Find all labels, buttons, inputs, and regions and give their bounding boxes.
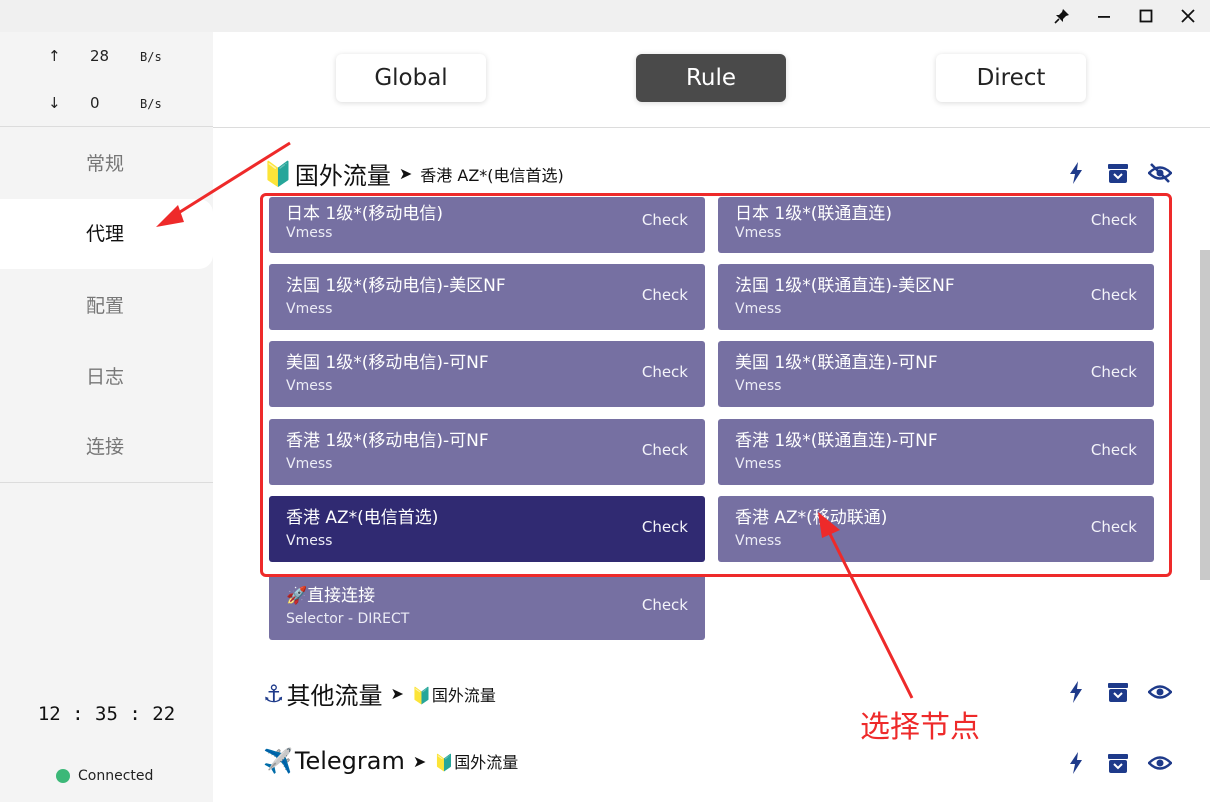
- airplane-icon: ✈️: [263, 747, 293, 775]
- nav-item-connections[interactable]: 连接: [0, 412, 213, 482]
- mode-direct-button[interactable]: Direct: [936, 54, 1086, 102]
- connection-status: Connected: [56, 768, 153, 784]
- status-label: Connected: [78, 768, 154, 784]
- proxy-node-card[interactable]: 🚀直接连接 Selector - DIRECT Check: [269, 574, 705, 640]
- download-speed: ↓ 0 B/s: [0, 94, 213, 118]
- bolt-icon[interactable]: [1063, 679, 1089, 705]
- mode-divider: [213, 127, 1210, 128]
- clock: 12 : 35 : 22: [37, 703, 176, 725]
- group-name: 国外流量: [294, 162, 391, 190]
- group-actions: [1063, 679, 1173, 705]
- arrow-right-icon: ➤: [390, 684, 404, 703]
- group-current-node: 🔰国外流量: [411, 685, 496, 705]
- download-unit: B/s: [140, 97, 162, 111]
- upload-speed: ↑ 28 B/s: [0, 47, 213, 71]
- group-current-node: 香港 AZ*(电信首选): [420, 165, 564, 185]
- group-header[interactable]: 🔰 国外流量 ➤ 香港 AZ*(电信首选): [263, 156, 564, 191]
- sidebar: ↑ 28 B/s ↓ 0 B/s 常规 代理 配置 日志 连接 12 : 35 …: [0, 32, 213, 802]
- group-actions: [1063, 750, 1173, 776]
- mode-rule-button[interactable]: Rule: [636, 54, 786, 102]
- eye-icon[interactable]: [1147, 750, 1173, 776]
- nav-item-general[interactable]: 常规: [0, 129, 213, 199]
- upload-value: 28: [90, 47, 110, 65]
- group-name: Telegram: [294, 747, 405, 775]
- maximize-icon[interactable]: [1126, 0, 1166, 32]
- group-actions: [1063, 160, 1173, 186]
- sidebar-divider: [0, 126, 213, 127]
- nav-item-proxy[interactable]: 代理: [0, 199, 213, 269]
- eye-icon[interactable]: [1147, 679, 1173, 705]
- group-header[interactable]: ⚓ 其他流量 ➤ 🔰国外流量: [263, 676, 496, 711]
- archive-icon[interactable]: [1105, 679, 1131, 705]
- download-arrow-icon: ↓: [48, 94, 61, 112]
- title-bar: [0, 0, 1210, 32]
- minimize-icon[interactable]: [1084, 0, 1124, 32]
- archive-icon[interactable]: [1105, 160, 1131, 186]
- main-panel: Global Rule Direct 🔰 国外流量 ➤ 香港 AZ*(电信首选)…: [213, 32, 1210, 802]
- download-value: 0: [90, 94, 100, 112]
- group-emoji-icon: 🔰: [263, 159, 293, 188]
- check-button[interactable]: Check: [642, 596, 688, 614]
- status-dot-icon: [56, 769, 70, 783]
- annotation-label: 选择节点: [860, 710, 980, 745]
- node-type: Selector - DIRECT: [286, 611, 410, 627]
- sidebar-divider: [0, 482, 213, 483]
- pin-icon[interactable]: [1042, 0, 1082, 32]
- mode-global-button[interactable]: Global: [336, 54, 486, 102]
- scrollbar[interactable]: [1200, 250, 1210, 580]
- eye-slash-icon[interactable]: [1147, 160, 1173, 186]
- nav-item-logs[interactable]: 日志: [0, 342, 213, 412]
- close-icon[interactable]: [1168, 0, 1208, 32]
- group-name: 其他流量: [286, 682, 383, 710]
- node-name: 🚀直接连接: [286, 586, 376, 606]
- group-current-node: 🔰国外流量: [434, 753, 519, 772]
- nav-item-profiles[interactable]: 配置: [0, 271, 213, 341]
- upload-unit: B/s: [140, 50, 162, 64]
- upload-arrow-icon: ↑: [48, 47, 61, 65]
- bolt-icon[interactable]: [1063, 750, 1089, 776]
- arrow-right-icon: ➤: [412, 751, 427, 771]
- group-header[interactable]: ✈️ Telegram ➤ 🔰国外流量: [263, 747, 518, 775]
- archive-icon[interactable]: [1105, 750, 1131, 776]
- annotation-highlight-box: [260, 193, 1172, 577]
- anchor-icon: ⚓: [263, 679, 285, 708]
- bolt-icon[interactable]: [1063, 160, 1089, 186]
- arrow-right-icon: ➤: [398, 164, 413, 183]
